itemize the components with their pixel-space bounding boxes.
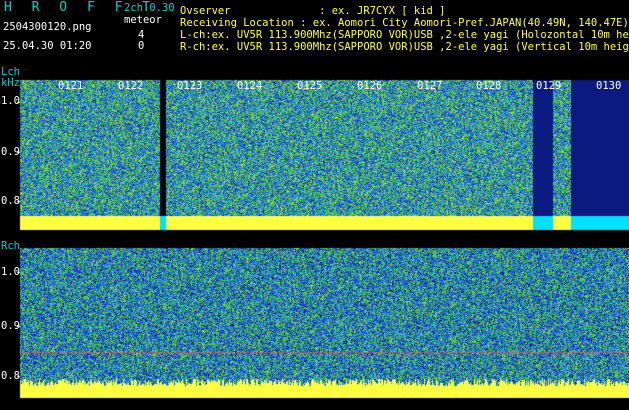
count-rch: 0 [138, 40, 145, 52]
lch-ytick-3: 0.8 [1, 195, 20, 207]
time-tick: 0125 [297, 80, 323, 92]
lch-ytick-1: 1.0 [1, 95, 20, 107]
time-tick: 0128 [476, 80, 502, 92]
time-tick: 0129 [536, 80, 562, 92]
datetime: 25.04.30 01:20 [3, 40, 92, 52]
filename: 2504300120.png [3, 21, 92, 33]
header-panel: H R O F F T 2ch 0.30 meteor 2504300120.p… [0, 0, 629, 64]
time-tick: 0122 [118, 80, 144, 92]
time-tick: 0127 [417, 80, 443, 92]
observer-line: Ovserver : ex. JR7CYX [ kid ] [180, 5, 446, 17]
location-line: Receiving Location : ex. Aomori City Aom… [180, 17, 629, 29]
mode-suffix: meteor [124, 14, 162, 26]
mode-label: 2ch 0.30 [124, 2, 175, 14]
time-tick: 0121 [58, 80, 84, 92]
lch-unit: kHz [1, 77, 20, 89]
lch-line: L-ch:ex. UV5R 113.900Mhz(SAPPORO VOR)USB… [180, 29, 629, 41]
rch-ytick-1: 1.0 [1, 266, 20, 278]
time-tick: 0124 [237, 80, 263, 92]
rch-ytick-2: 0.9 [1, 320, 20, 332]
rch-line: R-ch:ex. UV5R 113.900Mhz(SAPPORO VOR)USB… [180, 41, 629, 53]
lch-ytick-2: 0.9 [1, 146, 20, 158]
time-tick: 0130 [596, 80, 622, 92]
rch-ytick-3: 0.8 [1, 370, 20, 382]
time-tick: 0126 [357, 80, 383, 92]
time-tick: 0123 [177, 80, 203, 92]
rch-label: Rch [1, 240, 20, 252]
